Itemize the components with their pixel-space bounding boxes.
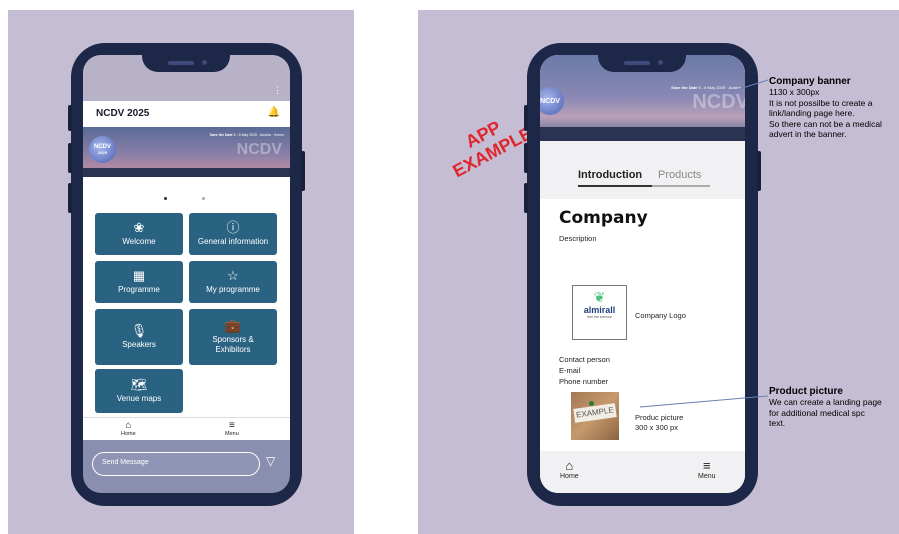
annotation-lines — [639, 79, 769, 408]
product-annotation: Product picture We can create a landing … — [769, 386, 882, 428]
banner-annotation: Company banner 1130 x 300px It is not po… — [769, 76, 882, 139]
